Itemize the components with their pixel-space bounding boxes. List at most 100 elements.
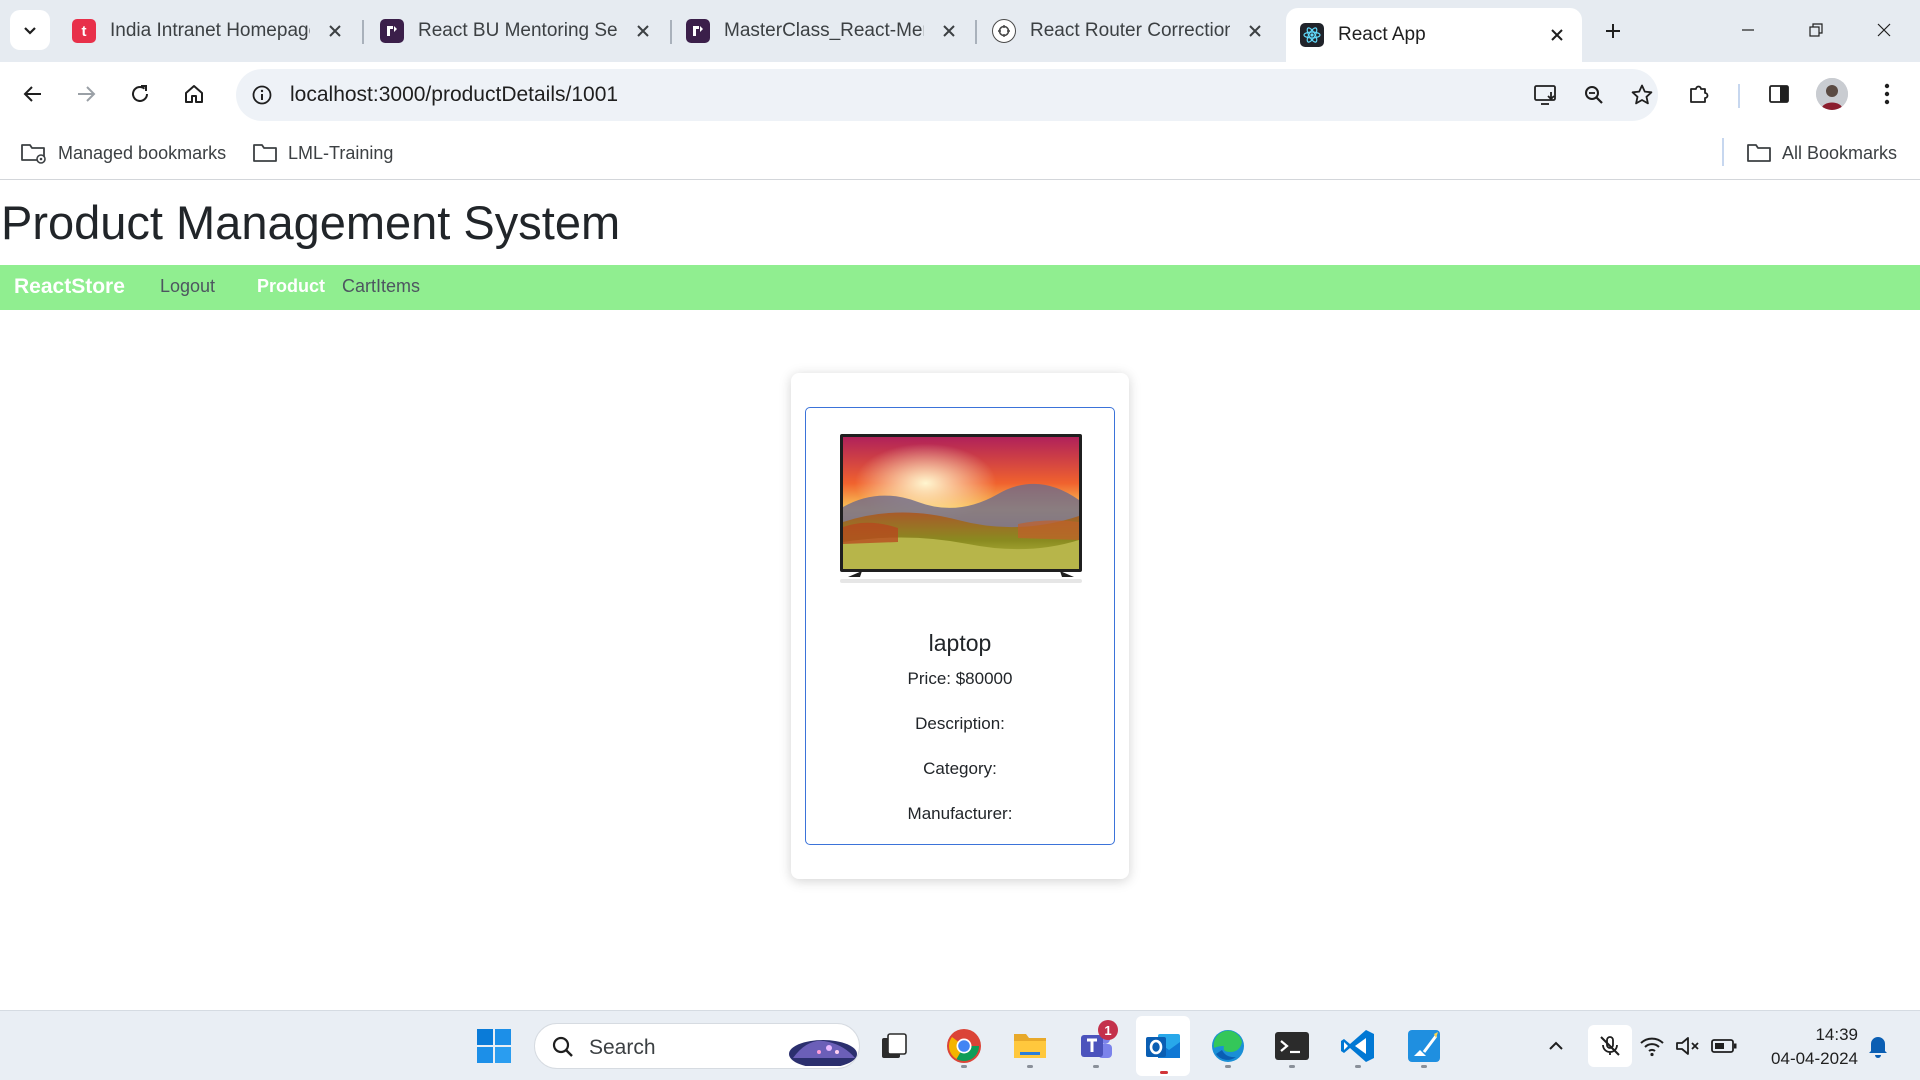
tray-overflow-button[interactable] (1542, 1032, 1570, 1060)
running-indicator (961, 1065, 967, 1068)
restore-button[interactable] (1794, 10, 1838, 50)
arrow-left-icon (23, 86, 41, 102)
running-indicator (1355, 1065, 1361, 1068)
site-info-icon[interactable] (242, 75, 282, 115)
tab-separator (975, 20, 977, 44)
taskbar-teams[interactable]: 1 (1072, 1020, 1120, 1070)
taskbar-file-explorer[interactable] (1006, 1022, 1054, 1070)
close-icon[interactable] (938, 20, 960, 42)
back-button[interactable] (13, 74, 53, 114)
microphone-muted-icon (1600, 1036, 1620, 1056)
profile-avatar[interactable] (1816, 78, 1848, 110)
terminal-icon (1275, 1032, 1309, 1060)
system-clock[interactable]: 14:39 04-04-2024 (1756, 1023, 1858, 1071)
home-button[interactable] (174, 74, 214, 114)
close-icon[interactable] (1244, 20, 1266, 42)
microphone-muted-button[interactable] (1588, 1025, 1632, 1067)
menu-button[interactable] (1867, 74, 1907, 114)
bookmark-lml-training[interactable]: LML-Training (252, 138, 393, 168)
browser-toolbar: localhost:3000/productDetails/1001 (0, 62, 1920, 126)
url-text[interactable]: localhost:3000/productDetails/1001 (290, 83, 618, 107)
tab-react-router-correction[interactable]: React Router Correction (978, 8, 1280, 54)
taskbar-task-view[interactable] (870, 1022, 918, 1070)
product-image (840, 434, 1082, 583)
windows-taskbar: Search 1 14:39 04-04-2024 (0, 1010, 1920, 1080)
close-icon (1877, 23, 1891, 37)
close-window-button[interactable] (1862, 10, 1906, 50)
taskbar-edge[interactable] (1204, 1022, 1252, 1070)
close-icon[interactable] (632, 20, 654, 42)
reload-button[interactable] (120, 74, 160, 114)
bell-icon (1869, 1037, 1887, 1058)
all-bookmarks-button[interactable]: All Bookmarks (1746, 138, 1897, 168)
nav-logout[interactable]: Logout (160, 276, 215, 297)
nav-product[interactable]: Product (257, 276, 325, 297)
app-navbar: ReactStore Logout Product CartItems (0, 265, 1920, 310)
brand-link[interactable]: ReactStore (14, 275, 125, 299)
teams-favicon-icon (686, 19, 710, 43)
clock-date: 04-04-2024 (1771, 1049, 1858, 1068)
running-indicator (1093, 1065, 1099, 1068)
restore-icon (1809, 23, 1823, 37)
extensions-button[interactable] (1679, 74, 1719, 114)
task-view-icon (882, 1033, 907, 1058)
nav-cartitems[interactable]: CartItems (342, 276, 420, 297)
plus-icon (1606, 24, 1620, 38)
product-price: Price: $80000 (907, 669, 1013, 688)
windows-logo-icon (477, 1029, 511, 1063)
folder-icon (1014, 1034, 1046, 1058)
close-icon[interactable] (324, 20, 346, 42)
avatar-icon (1816, 78, 1848, 110)
product-category: Category: (923, 759, 997, 778)
bookmark-star-icon[interactable] (1622, 75, 1662, 115)
volume-button[interactable] (1674, 1032, 1702, 1060)
clock-time: 14:39 (1815, 1025, 1858, 1044)
product-description: Description: (915, 714, 1005, 733)
taskbar-chrome[interactable] (940, 1022, 988, 1070)
zoom-icon[interactable] (1574, 75, 1614, 115)
running-indicator (1225, 1065, 1231, 1068)
taskbar-terminal[interactable] (1268, 1022, 1316, 1070)
bookmark-managed[interactable]: Managed bookmarks (20, 138, 226, 168)
taskbar-search[interactable]: Search (534, 1023, 860, 1069)
running-indicator (1027, 1065, 1033, 1068)
address-bar[interactable]: localhost:3000/productDetails/1001 (236, 69, 1658, 121)
home-icon (185, 85, 203, 103)
bookmarks-divider (1722, 138, 1724, 166)
tab-react-app[interactable]: React App (1286, 8, 1582, 62)
forward-button[interactable] (66, 74, 106, 114)
paint-icon (1408, 1030, 1440, 1062)
taskbar-vscode[interactable] (1334, 1022, 1382, 1070)
battery-button[interactable] (1710, 1032, 1738, 1060)
tab-masterclass-react[interactable]: MasterClass_React-Ment (672, 8, 974, 54)
search-highlight-icon (789, 1040, 857, 1066)
bookmarks-bar: Managed bookmarks LML-Training All Bookm… (0, 126, 1920, 180)
tab-react-bu-mentoring[interactable]: React BU Mentoring Sess (366, 8, 668, 54)
running-indicator (1160, 1071, 1168, 1074)
start-button[interactable] (470, 1022, 518, 1070)
new-tab-button[interactable] (1596, 14, 1630, 48)
tab-intranet[interactable]: t India Intranet Homepage (58, 8, 360, 54)
running-indicator (1289, 1065, 1295, 1068)
taskbar-outlook[interactable] (1136, 1016, 1190, 1076)
tab-search-button[interactable] (10, 10, 50, 50)
arrow-right-icon (78, 86, 96, 102)
outlook-icon (1146, 1034, 1180, 1058)
folder-icon (253, 144, 277, 162)
product-manufacturer: Manufacturer: (907, 804, 1013, 823)
wifi-icon (1640, 1037, 1664, 1057)
product-name: laptop (928, 630, 992, 656)
minimize-button[interactable] (1726, 10, 1770, 50)
side-panel-button[interactable] (1759, 74, 1799, 114)
product-card: laptop Price: $80000 Description: Catego… (791, 373, 1129, 879)
tab-strip: t India Intranet Homepage React BU Mento… (0, 0, 1920, 62)
kebab-menu-icon (1884, 83, 1890, 105)
wifi-button[interactable] (1638, 1032, 1666, 1060)
install-app-icon[interactable] (1526, 75, 1566, 115)
intranet-favicon-icon: t (72, 19, 96, 43)
taskbar-paint[interactable] (1400, 1022, 1448, 1070)
react-favicon-icon (1300, 23, 1324, 47)
notifications-button[interactable] (1864, 1032, 1892, 1060)
close-icon[interactable] (1546, 24, 1568, 46)
vscode-icon (1341, 1030, 1374, 1062)
